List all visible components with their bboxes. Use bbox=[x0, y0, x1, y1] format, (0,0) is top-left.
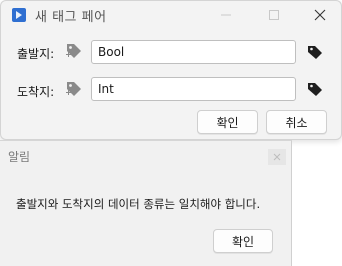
minimize-icon bbox=[221, 14, 231, 16]
close-button[interactable] bbox=[297, 1, 342, 29]
minimize-button[interactable] bbox=[203, 1, 249, 29]
alert-title: 알림 bbox=[8, 150, 31, 164]
tag-add-icon[interactable] bbox=[65, 42, 83, 60]
window-title: 새 태그 페어 bbox=[35, 10, 107, 25]
tag-add-icon[interactable] bbox=[65, 80, 83, 98]
ok-button[interactable]: 확인 bbox=[197, 110, 258, 134]
source-tag-icon[interactable] bbox=[307, 44, 323, 60]
target-tag-icon[interactable] bbox=[307, 81, 323, 97]
cancel-button[interactable]: 취소 bbox=[266, 110, 327, 134]
cancel-button-label: 취소 bbox=[285, 115, 308, 130]
alert-ok-button[interactable]: 확인 bbox=[213, 229, 273, 253]
maximize-icon bbox=[269, 10, 279, 20]
close-icon bbox=[314, 9, 326, 21]
alert-dialog: 알림 출발지와 도착지의 데이터 종류는 일치해야 합니다. 확인 bbox=[0, 140, 292, 266]
new-tag-pair-dialog: 새 태그 페어 출발지: Bool 도착지: Int 확인 취소 bbox=[0, 0, 342, 140]
target-input[interactable]: Int bbox=[91, 77, 296, 101]
title-bar: 새 태그 페어 bbox=[1, 1, 341, 29]
close-icon bbox=[273, 153, 281, 161]
target-label: 도착지: bbox=[17, 85, 55, 99]
alert-ok-label: 확인 bbox=[231, 234, 255, 249]
source-input[interactable]: Bool bbox=[91, 40, 296, 64]
app-icon bbox=[11, 7, 27, 23]
alert-close-button[interactable] bbox=[268, 149, 286, 165]
ok-button-label: 확인 bbox=[216, 115, 239, 130]
maximize-button[interactable] bbox=[251, 1, 297, 29]
alert-message: 출발지와 도착지의 데이터 종류는 일치해야 합니다. bbox=[16, 197, 261, 211]
source-label: 출발지: bbox=[17, 47, 55, 61]
